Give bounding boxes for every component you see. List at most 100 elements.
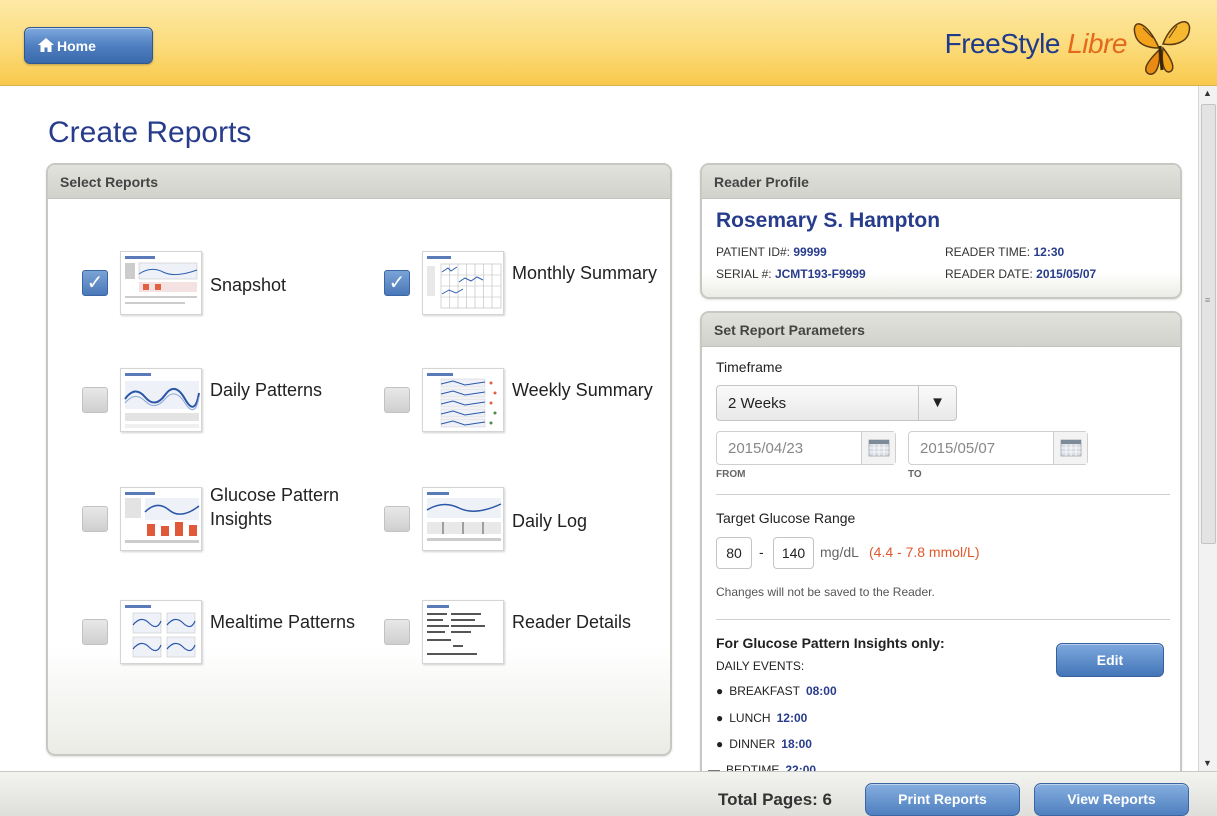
report-item-daily-patterns[interactable]: Daily Patterns [82, 368, 382, 448]
reader-time-label: READER TIME: [945, 245, 1031, 259]
monthly-summary-label: Monthly Summary [512, 263, 658, 283]
butterfly-icon [1133, 21, 1191, 75]
mealtime-patterns-label: Mealtime Patterns [210, 612, 356, 632]
footer-bar: Total Pages: 6 Print Reports View Report… [0, 771, 1217, 816]
grip-icon: ≡ [1205, 295, 1211, 305]
event-breakfast: ● BREAKFAST 08:00 [716, 684, 837, 698]
reader-date-label: READER DATE: [945, 267, 1033, 281]
report-item-snapshot[interactable]: ✓ Snapshot [82, 251, 382, 331]
save-note: Changes will not be saved to the Reader. [716, 585, 935, 599]
snapshot-checkbox[interactable]: ✓ [82, 270, 108, 296]
weekly-summary-label: Weekly Summary [512, 380, 653, 400]
divider [716, 619, 1170, 620]
event-lunch: ● LUNCH 12:00 [716, 711, 807, 725]
calendar-icon[interactable] [861, 432, 895, 464]
range-unit: mg/dL [820, 544, 859, 560]
calendar-icon[interactable] [1053, 432, 1087, 464]
reader-profile-panel: Reader Profile Rosemary S. Hampton PATIE… [700, 163, 1182, 299]
home-icon [38, 38, 54, 52]
scroll-thumb[interactable]: ≡ [1201, 104, 1216, 544]
report-item-reader-details[interactable]: Reader Details [384, 600, 670, 680]
divider [716, 494, 1170, 495]
event-time: 18:00 [781, 737, 812, 751]
edit-button[interactable]: Edit [1056, 643, 1164, 677]
glucose-pattern-insights-label: Glucose Pattern Insights [210, 485, 340, 529]
gpi-heading: For Glucose Pattern Insights only: [716, 635, 945, 651]
event-time: 08:00 [805, 684, 837, 698]
mealtime-patterns-checkbox[interactable] [82, 619, 108, 645]
page-title: Create Reports [48, 116, 252, 149]
daily-patterns-label: Daily Patterns [210, 380, 323, 400]
to-date-field[interactable]: 2015/05/07 [908, 431, 1088, 465]
patient-name: Rosemary S. Hampton [716, 209, 941, 232]
patient-id-value: 99999 [793, 245, 827, 259]
report-parameters-panel: Set Report Parameters Timeframe 2 Weeks … [700, 311, 1182, 781]
print-reports-button[interactable]: Print Reports [865, 783, 1020, 816]
patient-id-label: PATIENT ID#: [716, 245, 791, 259]
reader-date: READER DATE: 2015/05/07 [945, 267, 1096, 281]
event-name: LUNCH [729, 711, 771, 725]
home-button-label: Home [57, 37, 96, 54]
apple-icon: ● [716, 711, 724, 725]
scroll-up-icon[interactable]: ▲ [1203, 88, 1212, 98]
event-name: BREAKFAST [729, 684, 800, 698]
daily-log-checkbox[interactable] [384, 506, 410, 532]
glucose-pattern-insights-thumbnail [120, 487, 202, 551]
daily-patterns-checkbox[interactable] [82, 387, 108, 413]
monthly-summary-checkbox[interactable]: ✓ [384, 270, 410, 296]
serial-value: JCMT193-F9999 [774, 267, 866, 281]
timeframe-select[interactable]: 2 Weeks ▼ [716, 385, 957, 421]
reader-profile-heading: Reader Profile [702, 165, 1180, 199]
reader-time: READER TIME: 12:30 [945, 245, 1064, 259]
home-button[interactable]: Home [24, 27, 153, 64]
dropdown-arrow-icon[interactable]: ▼ [918, 386, 956, 420]
from-date-value: 2015/04/23 [728, 440, 804, 457]
view-reports-button[interactable]: View Reports [1034, 783, 1189, 816]
app-header: Home FreeStyle Libre [0, 0, 1217, 86]
apple-icon: ● [716, 684, 724, 698]
apple-icon: ● [716, 737, 724, 751]
weekly-summary-checkbox[interactable] [384, 387, 410, 413]
report-item-daily-log[interactable]: Daily Log [384, 487, 670, 567]
range-low-input[interactable]: 80 [716, 537, 752, 569]
scroll-down-icon[interactable]: ▼ [1203, 758, 1212, 768]
reader-date-value: 2015/05/07 [1036, 267, 1097, 281]
daily-log-label: Daily Log [512, 511, 588, 531]
snapshot-label: Snapshot [210, 275, 287, 295]
event-dinner: ● DINNER 18:00 [716, 737, 812, 751]
range-separator: - [759, 544, 764, 560]
report-item-monthly-summary[interactable]: ✓ Monthly Summary [384, 251, 670, 331]
reader-details-checkbox[interactable] [384, 619, 410, 645]
from-caption: FROM [716, 469, 746, 480]
reader-time-value: 12:30 [1033, 245, 1065, 259]
event-time: 12:00 [776, 711, 808, 725]
to-date-value: 2015/05/07 [920, 440, 996, 457]
report-parameters-heading: Set Report Parameters [702, 313, 1180, 347]
brand-logo: FreeStyle Libre [944, 28, 1128, 60]
range-high-input[interactable]: 140 [773, 537, 814, 569]
mealtime-patterns-thumbnail [120, 600, 202, 664]
report-item-mealtime-patterns[interactable]: Mealtime Patterns [82, 600, 382, 680]
daily-events-label: DAILY EVENTS: [716, 659, 805, 673]
reader-details-thumbnail [422, 600, 504, 664]
range-mmol: (4.4 - 7.8 mmol/L) [869, 544, 980, 560]
report-item-glucose-pattern-insights[interactable]: Glucose Pattern Insights [82, 485, 382, 567]
event-name: DINNER [729, 737, 776, 751]
snapshot-thumbnail [120, 251, 202, 315]
vertical-scrollbar[interactable]: ▲ ≡ ▼ [1198, 86, 1217, 771]
reader-details-label: Reader Details [512, 612, 632, 632]
brand-suffix: Libre [1067, 28, 1127, 59]
to-caption: TO [908, 469, 922, 480]
timeframe-value: 2 Weeks [728, 395, 787, 412]
glucose-pattern-insights-checkbox[interactable] [82, 506, 108, 532]
brand-name: FreeStyle [944, 28, 1061, 59]
weekly-summary-thumbnail [422, 368, 504, 432]
report-item-weekly-summary[interactable]: Weekly Summary [384, 368, 670, 448]
total-pages: Total Pages: 6 [718, 790, 832, 809]
select-reports-panel: Select Reports ✓ Snapshot ✓ Monthly Summ… [46, 163, 672, 756]
daily-log-thumbnail [422, 487, 504, 551]
monthly-summary-thumbnail [422, 251, 504, 315]
target-range-label: Target Glucose Range [716, 510, 856, 526]
from-date-field[interactable]: 2015/04/23 [716, 431, 896, 465]
daily-patterns-thumbnail [120, 368, 202, 432]
